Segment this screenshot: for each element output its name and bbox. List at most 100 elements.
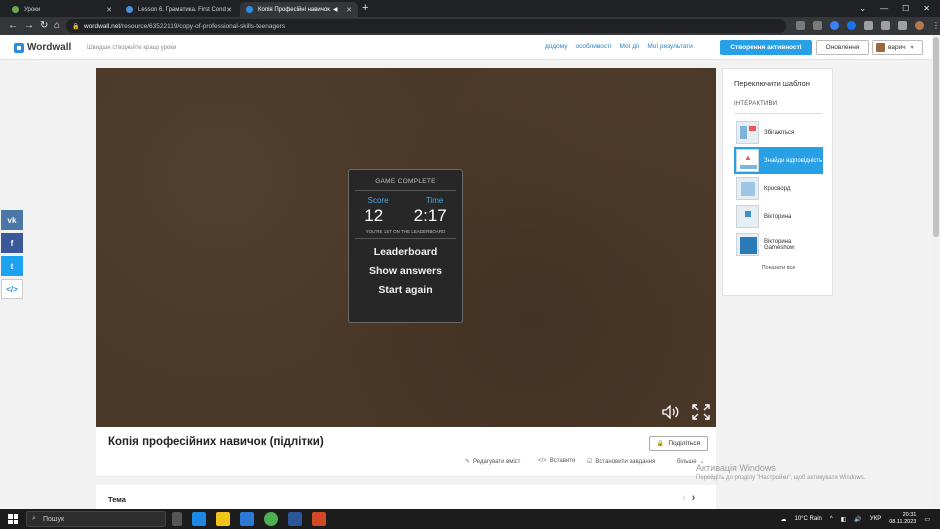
leaderboard-button[interactable]: Leaderboard — [349, 246, 462, 258]
site-favicon-icon — [12, 6, 19, 13]
audio-playing-icon: ◀ — [332, 7, 338, 13]
time-value: 2:17 — [413, 206, 447, 225]
language-indicator[interactable]: УКР — [870, 516, 881, 522]
upgrade-button[interactable]: Оновлення — [816, 40, 869, 55]
template-match-up[interactable]: Збігаються — [734, 119, 823, 146]
save-icon[interactable] — [864, 21, 873, 30]
assign-link[interactable]: ☑ Встановити завдання — [587, 458, 655, 466]
embed-link[interactable]: </> Вставити — [538, 458, 575, 464]
prev-theme-icon[interactable]: ‹ — [682, 492, 692, 504]
game-complete-title: GAME COMPLETE — [375, 178, 436, 185]
scrollbar-thumb[interactable] — [933, 37, 939, 237]
vk-icon: vk — [7, 215, 17, 225]
store-icon[interactable] — [240, 512, 254, 526]
taskbar-apps — [172, 512, 326, 526]
share-icon[interactable] — [813, 21, 822, 30]
sound-icon[interactable] — [662, 405, 680, 419]
close-tab-icon[interactable]: ✕ — [106, 6, 112, 14]
lock-icon[interactable]: 🔒 — [72, 23, 79, 30]
close-tab-icon[interactable]: ✕ — [346, 6, 352, 14]
windows-start-icon[interactable] — [8, 514, 18, 524]
chrome-icon[interactable] — [264, 512, 278, 526]
word-icon[interactable] — [288, 512, 302, 526]
menu-dots-icon[interactable]: ⋮ — [932, 21, 940, 30]
tab-lesson6[interactable]: Lesson 6. Граматика. First Cond ✕ — [120, 2, 238, 17]
watermark-title: Активація Windows — [696, 463, 776, 473]
nav-my-results[interactable]: Мої результати — [647, 43, 692, 50]
edit-content-link[interactable]: ✎ Редагувати вміст — [465, 458, 520, 466]
sidebar-icon[interactable] — [898, 21, 907, 30]
puzzle-icon[interactable] — [881, 21, 890, 30]
fullscreen-icon[interactable] — [692, 404, 710, 420]
score-value: 12 — [364, 206, 384, 225]
template-label: Вікторина Gameshow — [764, 238, 795, 251]
twitter-share-button[interactable]: t — [1, 256, 23, 276]
tab-search-icon[interactable]: ⌄ — [859, 4, 866, 13]
url-host: wordwall.net — [84, 22, 121, 30]
weather-icon[interactable]: ☁ — [780, 516, 786, 523]
tab-active-kopiia[interactable]: Копія Професійні навичок ◀ ✕ — [240, 2, 358, 17]
network-icon[interactable]: ◧ — [841, 516, 847, 523]
tab-title: Уроки — [24, 6, 41, 13]
user-menu-button[interactable]: варич ▾ — [872, 40, 923, 55]
facebook-icon: f — [10, 238, 14, 248]
switch-template-heading: Переключити шаблон — [734, 79, 810, 88]
facebook-share-button[interactable]: f — [1, 233, 23, 253]
nav-my-activities[interactable]: Мої дії — [620, 43, 640, 50]
page-scrollbar[interactable] — [932, 35, 940, 509]
bookmark-star-icon[interactable] — [830, 21, 839, 30]
browser-tab-strip: Уроки ✕ Lesson 6. Граматика. First Cond … — [0, 0, 940, 17]
template-gameshow-quiz[interactable]: Вікторина Gameshow — [734, 231, 823, 258]
site-favicon-icon — [126, 6, 133, 13]
match-up-icon — [736, 121, 759, 144]
task-view-icon[interactable] — [172, 512, 182, 526]
clock[interactable]: 20:31 08.11.2023 — [889, 512, 916, 526]
minimize-icon[interactable]: — — [880, 4, 888, 13]
game-canvas[interactable]: GAME COMPLETE Score Time 12 2:17 YOU'RE … — [96, 68, 716, 427]
time-label: Time — [425, 196, 444, 205]
weather-text[interactable]: 10°C Rain — [794, 516, 821, 522]
vk-share-button[interactable]: vk — [1, 210, 23, 230]
template-quiz[interactable]: Вікторина — [734, 203, 823, 230]
show-all-link[interactable]: Показати все — [723, 265, 834, 271]
avatar — [876, 43, 885, 52]
back-icon[interactable]: ← — [8, 20, 18, 32]
find-match-icon: ▲ — [736, 149, 759, 172]
file-explorer-icon[interactable] — [216, 512, 230, 526]
next-theme-icon[interactable]: › — [692, 492, 702, 504]
home-icon[interactable]: ⌂ — [54, 20, 60, 32]
template-find-match[interactable]: ▲ Знайди відповідність — [734, 147, 823, 174]
translate-icon[interactable] — [796, 21, 805, 30]
more-label: більше — [677, 458, 697, 465]
maximize-icon[interactable]: ☐ — [902, 4, 909, 13]
tab-uroky[interactable]: Уроки ✕ — [6, 2, 118, 17]
embed-share-button[interactable]: </> — [1, 279, 23, 299]
wordwall-logo[interactable]: Wordwall — [14, 42, 71, 53]
notifications-icon[interactable]: ▭ — [924, 516, 930, 523]
watermark-text: Перейдіть до розділу "Настройки", щоб ак… — [696, 475, 866, 481]
address-bar[interactable]: 🔒 wordwall.net/resource/63522119/copy-of… — [66, 19, 786, 33]
extension-z-icon[interactable] — [847, 21, 856, 30]
nav-home[interactable]: додому — [545, 43, 567, 50]
create-activity-button[interactable]: Створення активності — [720, 40, 812, 55]
powerpoint-icon[interactable] — [312, 512, 326, 526]
forward-icon[interactable]: → — [24, 20, 34, 32]
taskbar-search-input[interactable]: ⌕ Пошук — [26, 511, 166, 527]
new-tab-icon[interactable]: + — [362, 2, 368, 14]
close-tab-icon[interactable]: ✕ — [226, 6, 232, 14]
mail-icon[interactable] — [192, 512, 206, 526]
close-window-icon[interactable]: ✕ — [923, 4, 930, 13]
search-placeholder: Пошук — [43, 515, 65, 523]
volume-icon[interactable]: 🔊 — [854, 516, 861, 523]
wordwall-favicon-icon — [246, 6, 253, 13]
share-button[interactable]: 🔒 Поділіться — [649, 436, 708, 451]
show-answers-button[interactable]: Show answers — [349, 265, 462, 277]
tray-chevron-icon[interactable]: ^ — [830, 516, 833, 522]
reload-icon[interactable]: ↻ — [40, 20, 48, 32]
profile-avatar-icon[interactable] — [915, 21, 924, 30]
windows-taskbar: ⌕ Пошук ☁ 10°C Rain ^ ◧ 🔊 УКР 20:31 08.1… — [0, 509, 940, 529]
tagline: Швидше створюйте кращі уроки — [87, 45, 177, 51]
start-again-button[interactable]: Start again — [349, 284, 462, 296]
nav-features[interactable]: особливості — [575, 43, 611, 50]
template-crossword[interactable]: Кросворд — [734, 175, 823, 202]
